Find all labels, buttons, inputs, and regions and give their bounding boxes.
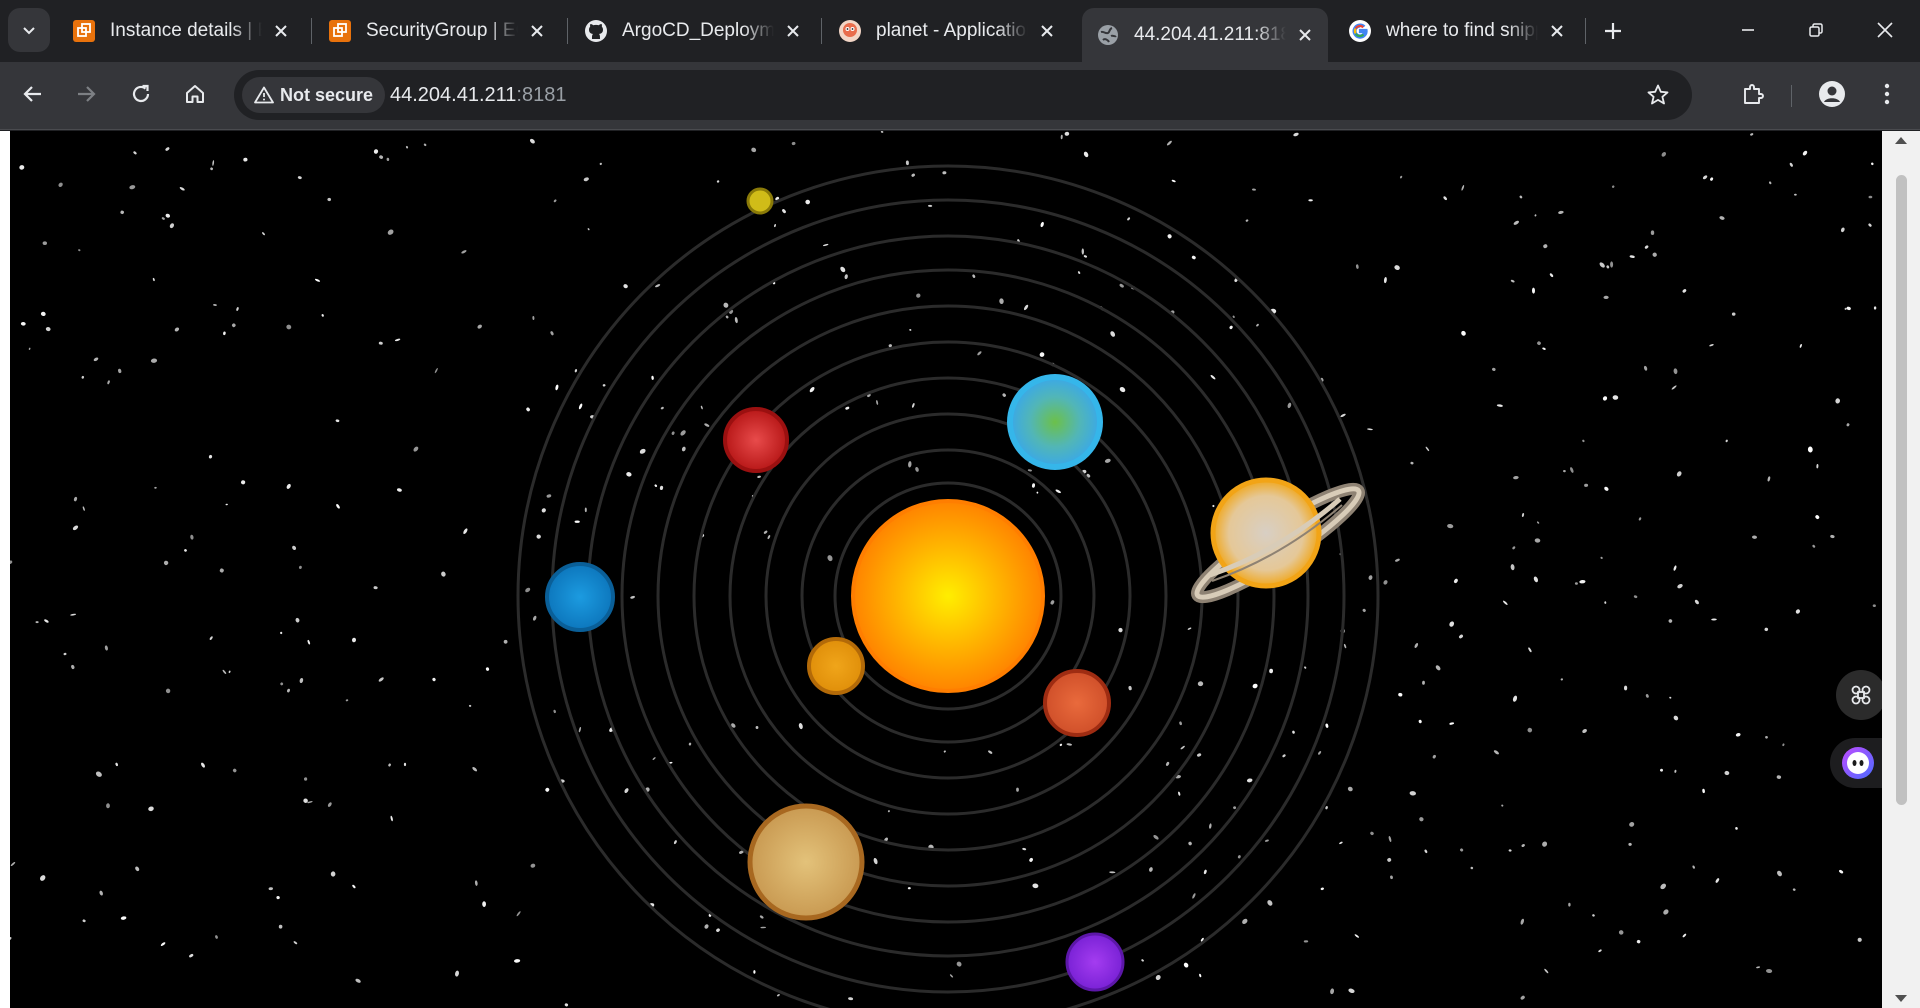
bookmark-button[interactable] bbox=[1638, 75, 1678, 115]
tab-separator bbox=[1585, 18, 1586, 44]
minimize-button[interactable] bbox=[1725, 8, 1771, 52]
tab-separator bbox=[567, 18, 568, 44]
tab-search-button[interactable] bbox=[8, 8, 50, 52]
avatar-icon bbox=[1819, 81, 1845, 107]
menu-button[interactable] bbox=[1867, 74, 1907, 114]
solar-system-canvas bbox=[10, 131, 1882, 1008]
page-scrollbar[interactable] bbox=[1882, 131, 1920, 1008]
close-tab-icon[interactable] bbox=[1294, 24, 1316, 46]
star bbox=[574, 520, 580, 523]
tab-active-app[interactable]: 44.204.41.211:8181 bbox=[1082, 8, 1328, 62]
chevron-down-icon bbox=[23, 27, 35, 35]
toolbar-divider bbox=[1791, 85, 1792, 107]
solar-system-page bbox=[10, 131, 1882, 1008]
url-port: :8181 bbox=[516, 84, 567, 106]
tab-strip: Instance details | EC2 SecurityGroup | E… bbox=[0, 0, 1920, 62]
tab-instance-details[interactable]: Instance details | EC2 bbox=[58, 8, 304, 54]
minimize-icon bbox=[1742, 29, 1754, 31]
aws-icon bbox=[328, 19, 352, 43]
close-icon bbox=[1877, 22, 1893, 38]
restore-button[interactable] bbox=[1793, 8, 1839, 52]
planet-earth bbox=[1007, 374, 1103, 470]
star bbox=[503, 639, 508, 644]
browser-toolbar: Not secure 44.204.41.211:8181 bbox=[0, 62, 1920, 130]
star bbox=[1623, 685, 1628, 691]
arrow-left-icon bbox=[23, 86, 41, 102]
scroll-up-arrow-icon[interactable] bbox=[1895, 137, 1907, 144]
home-icon bbox=[186, 85, 204, 103]
profile-button[interactable] bbox=[1812, 74, 1852, 114]
scroll-thumb[interactable] bbox=[1896, 175, 1907, 805]
assistant-bot-icon bbox=[1842, 747, 1874, 779]
plus-icon bbox=[1605, 23, 1621, 39]
address-bar[interactable]: Not secure 44.204.41.211:8181 bbox=[234, 70, 1692, 120]
forward-button[interactable] bbox=[66, 74, 106, 114]
github-icon bbox=[584, 19, 608, 43]
star bbox=[1308, 199, 1313, 202]
tab-title: SecurityGroup | EC2 bbox=[366, 20, 518, 41]
warning-icon bbox=[254, 86, 274, 104]
planet-uranus bbox=[545, 562, 615, 632]
star bbox=[1868, 195, 1873, 199]
extensions-button[interactable] bbox=[1733, 74, 1773, 114]
tab-security-group[interactable]: SecurityGroup | EC2 bbox=[314, 8, 560, 54]
security-label: Not secure bbox=[280, 84, 374, 105]
sun bbox=[851, 499, 1045, 693]
reload-button[interactable] bbox=[121, 74, 161, 114]
home-button[interactable] bbox=[175, 74, 215, 114]
quick-actions-button[interactable] bbox=[1836, 670, 1886, 720]
planet-venus bbox=[1043, 669, 1111, 737]
planet-pluto bbox=[746, 187, 774, 215]
tab-google-search[interactable]: where to find snippets bbox=[1334, 8, 1580, 54]
reload-icon bbox=[132, 84, 150, 103]
planet-jupiter bbox=[747, 803, 865, 921]
scroll-down-arrow-icon[interactable] bbox=[1895, 995, 1907, 1002]
planet-mars bbox=[723, 407, 789, 473]
kebab-menu-icon bbox=[1884, 83, 1890, 105]
aws-icon bbox=[72, 19, 96, 43]
argo-icon bbox=[838, 19, 862, 43]
tab-planet-application[interactable]: planet - Application bbox=[824, 8, 1070, 54]
page-edge bbox=[0, 131, 10, 1008]
restore-icon bbox=[1809, 23, 1823, 37]
globe-icon bbox=[1096, 23, 1120, 47]
close-window-button[interactable] bbox=[1862, 8, 1908, 52]
puzzle-icon bbox=[1744, 84, 1764, 104]
planet-neptune bbox=[1065, 932, 1125, 992]
star bbox=[753, 970, 756, 974]
close-tab-icon[interactable] bbox=[270, 20, 292, 42]
tab-separator bbox=[311, 18, 312, 44]
assistant-button[interactable] bbox=[1830, 738, 1886, 788]
tab-argocd-deployment[interactable]: ArgoCD_Deployment bbox=[570, 8, 816, 54]
close-tab-icon[interactable] bbox=[782, 20, 804, 42]
star-icon bbox=[1647, 84, 1669, 105]
back-button[interactable] bbox=[13, 74, 53, 114]
tab-title: ArgoCD_Deployment bbox=[622, 20, 774, 41]
star bbox=[403, 762, 407, 767]
site-info-button[interactable]: Not secure bbox=[242, 77, 386, 113]
command-icon bbox=[1851, 685, 1871, 705]
close-tab-icon[interactable] bbox=[1036, 20, 1058, 42]
tab-separator bbox=[821, 18, 822, 44]
new-tab-button[interactable] bbox=[1596, 14, 1630, 48]
close-tab-icon[interactable] bbox=[526, 20, 548, 42]
tab-title: Instance details | EC2 bbox=[110, 20, 262, 41]
url-text[interactable]: 44.204.41.211:8181 bbox=[390, 70, 566, 120]
url-host: 44.204.41.211 bbox=[390, 84, 517, 106]
star bbox=[1650, 230, 1655, 235]
close-tab-icon[interactable] bbox=[1546, 20, 1568, 42]
planet-mercury bbox=[807, 637, 865, 695]
arrow-right-icon bbox=[78, 86, 96, 102]
tab-title: where to find snippets bbox=[1386, 20, 1538, 41]
google-icon bbox=[1348, 19, 1372, 43]
tab-title: 44.204.41.211:8181 bbox=[1134, 24, 1286, 45]
tab-title: planet - Application bbox=[876, 20, 1028, 41]
